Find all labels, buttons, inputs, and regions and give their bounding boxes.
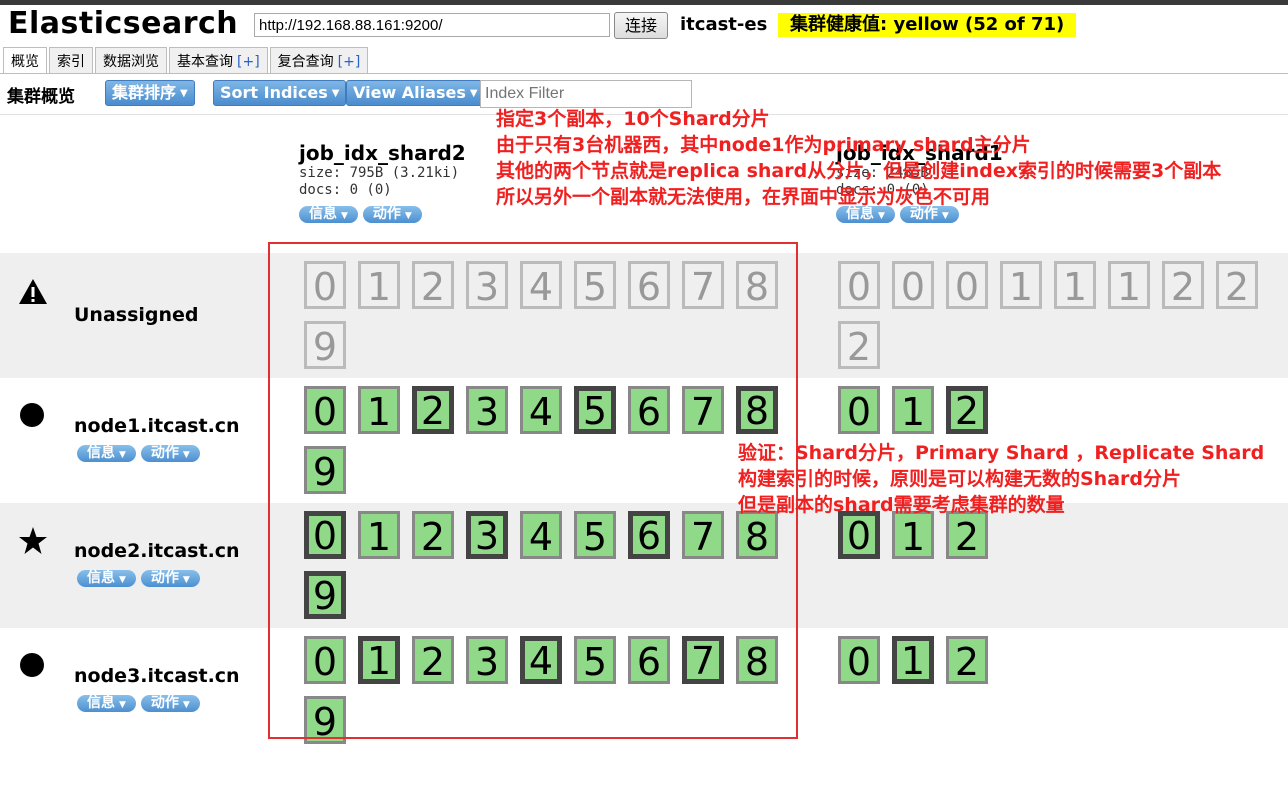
- add-tab-link[interactable]: [+]: [338, 54, 361, 70]
- shard-primary[interactable]: 2: [946, 386, 988, 434]
- button-label: 信息: [87, 695, 115, 711]
- tab-bar: 概览 索引 数据浏览 基本查询 [+] 复合查询 [+]: [3, 47, 370, 73]
- caret-down-icon: ▼: [404, 211, 412, 221]
- index-docs: docs: 0 (0): [299, 182, 392, 198]
- button-label: 信息: [87, 570, 115, 586]
- shard-unassigned[interactable]: 2: [838, 321, 880, 369]
- cluster-sort-button[interactable]: 集群排序 ▼: [105, 80, 195, 106]
- annotation-note-top: 指定3个副本，10个Shard分片 由于只有3台机器西，其中node1作为pri…: [496, 106, 1221, 210]
- node-actions: 信息 ▼ 动作 ▼: [77, 570, 205, 587]
- index-info-button[interactable]: 信息 ▼: [299, 206, 358, 223]
- connect-button[interactable]: 连接: [614, 12, 668, 39]
- caret-down-icon: ▼: [331, 87, 340, 99]
- view-aliases-button[interactable]: View Aliases ▼: [346, 80, 485, 106]
- node-info-button[interactable]: 信息 ▼: [77, 695, 136, 712]
- warning-icon: [19, 279, 47, 304]
- tab-indices[interactable]: 索引: [49, 47, 93, 73]
- caret-down-icon: ▼: [182, 700, 190, 710]
- url-input[interactable]: [254, 13, 610, 37]
- button-label: Sort Indices: [220, 83, 328, 102]
- node-actions: 信息 ▼ 动作 ▼: [77, 695, 205, 712]
- button-label: 动作: [150, 570, 179, 586]
- caret-down-icon: ▼: [180, 87, 188, 99]
- index-header-shard2: job_idx_shard2 size: 795B (3.21ki) docs:…: [299, 141, 466, 223]
- shard-replica[interactable]: 0: [838, 636, 880, 684]
- caret-down-icon: ▼: [182, 450, 190, 460]
- annotation-line: 但是副本的shard需要考虑集群的数量: [738, 494, 1065, 516]
- caret-down-icon: ▼: [469, 87, 478, 99]
- tab-label: 索引: [57, 54, 85, 70]
- button-label: 动作: [372, 206, 401, 222]
- page-title: 集群概览: [7, 87, 75, 107]
- annotation-line: 构建索引的时候，原则是可以构建无数的Shard分片: [738, 468, 1182, 490]
- shard-unassigned[interactable]: 1: [1054, 261, 1096, 309]
- star-icon: [19, 527, 47, 554]
- index-action-button[interactable]: 动作 ▼: [362, 206, 422, 223]
- shard-unassigned[interactable]: 0: [892, 261, 934, 309]
- annotation-note-middle: 验证：Shard分片，Primary Shard ，Replicate Shar…: [738, 440, 1264, 518]
- button-label: 动作: [150, 695, 179, 711]
- caret-down-icon: ▼: [119, 700, 126, 710]
- annotation-line: 由于只有3台机器西，其中node1作为primary shard主分片: [496, 134, 1031, 156]
- top-border: [0, 0, 1288, 5]
- index-size: size: 795B (3.21ki): [299, 165, 460, 181]
- app-title: Elasticsearch: [8, 6, 239, 41]
- caret-down-icon: ▼: [941, 211, 949, 221]
- node-name: node3.itcast.cn: [74, 665, 240, 687]
- annotation-line: 其他的两个节点就是replica shard从分片，但是创建index索引的时候…: [496, 160, 1222, 182]
- shard-unassigned[interactable]: 1: [1108, 261, 1150, 309]
- cluster-name: itcast-es: [680, 14, 768, 35]
- index-name: job_idx_shard2: [299, 141, 466, 165]
- caret-down-icon: ▼: [341, 211, 348, 221]
- index-filter-input[interactable]: [480, 80, 692, 108]
- shard-unassigned[interactable]: 0: [838, 261, 880, 309]
- annotation-line: 所以另外一个副本就无法使用，在界面中显示为灰色不可用: [496, 186, 991, 208]
- shard-primary[interactable]: 0: [838, 511, 880, 559]
- node-name: Unassigned: [74, 304, 199, 326]
- tab-basic-query[interactable]: 基本查询 [+]: [169, 47, 268, 73]
- shard-replica[interactable]: 1: [892, 386, 934, 434]
- shard-replica[interactable]: 2: [946, 511, 988, 559]
- button-label: 集群排序: [112, 83, 177, 102]
- shard-unassigned[interactable]: 2: [1216, 261, 1258, 309]
- tab-label: 数据浏览: [103, 54, 159, 70]
- caret-down-icon: ▼: [182, 575, 190, 585]
- shard-unassigned[interactable]: 1: [1000, 261, 1042, 309]
- add-tab-link[interactable]: [+]: [237, 54, 260, 70]
- caret-down-icon: ▼: [878, 211, 885, 221]
- shard-primary[interactable]: 1: [892, 636, 934, 684]
- node-info-button[interactable]: 信息 ▼: [77, 445, 136, 462]
- tab-compound-query[interactable]: 复合查询 [+]: [269, 47, 369, 73]
- tab-label: 概览: [11, 54, 39, 70]
- cluster-health-badge: 集群健康值: yellow (52 of 71): [778, 13, 1077, 37]
- shard-unassigned[interactable]: 0: [946, 261, 988, 309]
- button-label: View Aliases: [353, 83, 466, 102]
- shard-replica[interactable]: 1: [892, 511, 934, 559]
- node-name: node2.itcast.cn: [74, 540, 240, 562]
- button-label: 动作: [150, 445, 179, 461]
- shard-replica[interactable]: 2: [946, 636, 988, 684]
- node-action-button[interactable]: 动作 ▼: [140, 570, 200, 587]
- tab-overview[interactable]: 概览: [3, 47, 47, 73]
- sort-indices-button[interactable]: Sort Indices ▼: [213, 80, 347, 106]
- annotation-line: 指定3个副本，10个Shard分片: [496, 108, 770, 130]
- tab-label: 复合查询: [277, 54, 334, 70]
- annotation-highlight-box: [268, 242, 798, 739]
- caret-down-icon: ▼: [119, 450, 126, 460]
- button-label: 信息: [309, 206, 337, 222]
- shard-unassigned[interactable]: 2: [1162, 261, 1204, 309]
- shard-replica[interactable]: 0: [838, 386, 880, 434]
- node-actions: 信息 ▼ 动作 ▼: [77, 445, 205, 462]
- caret-down-icon: ▼: [119, 575, 126, 585]
- button-label: 信息: [87, 445, 115, 461]
- node-action-button[interactable]: 动作 ▼: [140, 695, 200, 712]
- node-action-button[interactable]: 动作 ▼: [140, 445, 200, 462]
- circle-icon: [20, 403, 44, 427]
- node-info-button[interactable]: 信息 ▼: [77, 570, 136, 587]
- annotation-line: 验证：Shard分片，Primary Shard ，Replicate Shar…: [738, 442, 1265, 464]
- node-name: node1.itcast.cn: [74, 415, 240, 437]
- tab-label: 基本查询: [177, 54, 233, 70]
- circle-icon: [20, 653, 44, 677]
- tab-browser[interactable]: 数据浏览: [95, 47, 167, 73]
